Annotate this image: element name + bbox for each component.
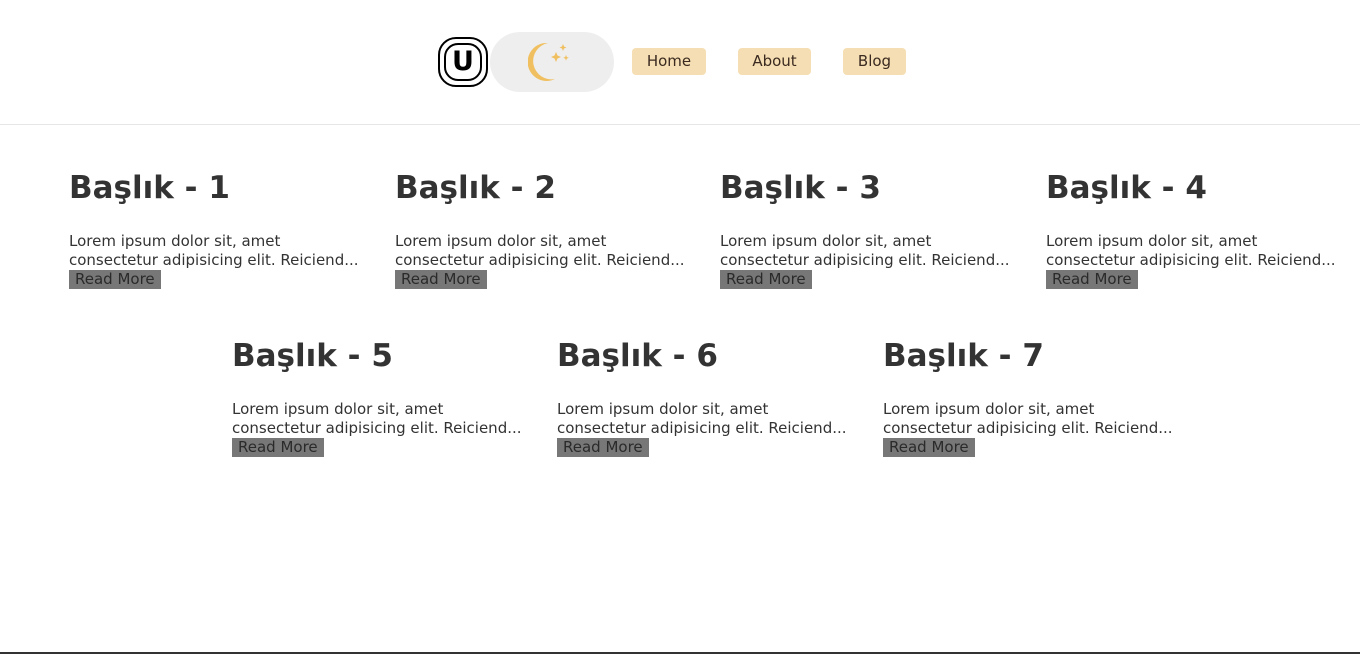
post-excerpt-text: Lorem ipsum dolor sit, amet consectetur … — [720, 232, 1010, 269]
nav-blog-button[interactable]: Blog — [843, 48, 906, 75]
post-excerpt: Lorem ipsum dolor sit, amet consectetur … — [720, 232, 1020, 289]
post-excerpt: Lorem ipsum dolor sit, amet consectetur … — [557, 400, 857, 457]
post-excerpt-text: Lorem ipsum dolor sit, amet consectetur … — [232, 400, 522, 437]
post-excerpt-text: Lorem ipsum dolor sit, amet consectetur … — [557, 400, 847, 437]
read-more-button[interactable]: Read More — [232, 438, 324, 457]
post-title: Başlık - 6 — [557, 338, 718, 374]
post-title: Başlık - 2 — [395, 170, 556, 206]
post-excerpt-text: Lorem ipsum dolor sit, amet consectetur … — [883, 400, 1173, 437]
post-card: Başlık - 2 Lorem ipsum dolor sit, amet c… — [395, 168, 695, 289]
post-card: Başlık - 1 Lorem ipsum dolor sit, amet c… — [69, 168, 369, 289]
post-title: Başlık - 4 — [1046, 170, 1207, 206]
post-excerpt-text: Lorem ipsum dolor sit, amet consectetur … — [69, 232, 359, 269]
post-excerpt: Lorem ipsum dolor sit, amet consectetur … — [883, 400, 1183, 457]
moon-stars-icon — [528, 42, 569, 81]
nav-about-button[interactable]: About — [738, 48, 811, 75]
read-more-button[interactable]: Read More — [69, 270, 161, 289]
read-more-button[interactable]: Read More — [720, 270, 812, 289]
post-excerpt-text: Lorem ipsum dolor sit, amet consectetur … — [395, 232, 685, 269]
post-card: Başlık - 5 Lorem ipsum dolor sit, amet c… — [232, 336, 532, 457]
post-title: Başlık - 5 — [232, 338, 393, 374]
post-title: Başlık - 3 — [720, 170, 881, 206]
post-card: Başlık - 7 Lorem ipsum dolor sit, amet c… — [883, 336, 1183, 457]
post-title: Başlık - 7 — [883, 338, 1044, 374]
read-more-button[interactable]: Read More — [1046, 270, 1138, 289]
post-excerpt: Lorem ipsum dolor sit, amet consectetur … — [395, 232, 695, 289]
site-header: U Home About Blog — [0, 0, 1360, 125]
post-title: Başlık - 1 — [69, 170, 230, 206]
post-excerpt: Lorem ipsum dolor sit, amet consectetur … — [1046, 232, 1346, 289]
theme-toggle-button[interactable] — [490, 32, 614, 92]
nav-home-button[interactable]: Home — [632, 48, 706, 75]
post-card: Başlık - 6 Lorem ipsum dolor sit, amet c… — [557, 336, 857, 457]
logo-letter: U — [452, 46, 474, 77]
read-more-button[interactable]: Read More — [557, 438, 649, 457]
post-card: Başlık - 4 Lorem ipsum dolor sit, amet c… — [1046, 168, 1346, 289]
read-more-button[interactable]: Read More — [883, 438, 975, 457]
logo-inner-ring: U — [444, 43, 482, 81]
post-excerpt: Lorem ipsum dolor sit, amet consectetur … — [69, 232, 369, 289]
post-card: Başlık - 3 Lorem ipsum dolor sit, amet c… — [720, 168, 1020, 289]
read-more-button[interactable]: Read More — [395, 270, 487, 289]
site-logo[interactable]: U — [438, 37, 488, 87]
post-excerpt: Lorem ipsum dolor sit, amet consectetur … — [232, 400, 532, 457]
post-excerpt-text: Lorem ipsum dolor sit, amet consectetur … — [1046, 232, 1336, 269]
